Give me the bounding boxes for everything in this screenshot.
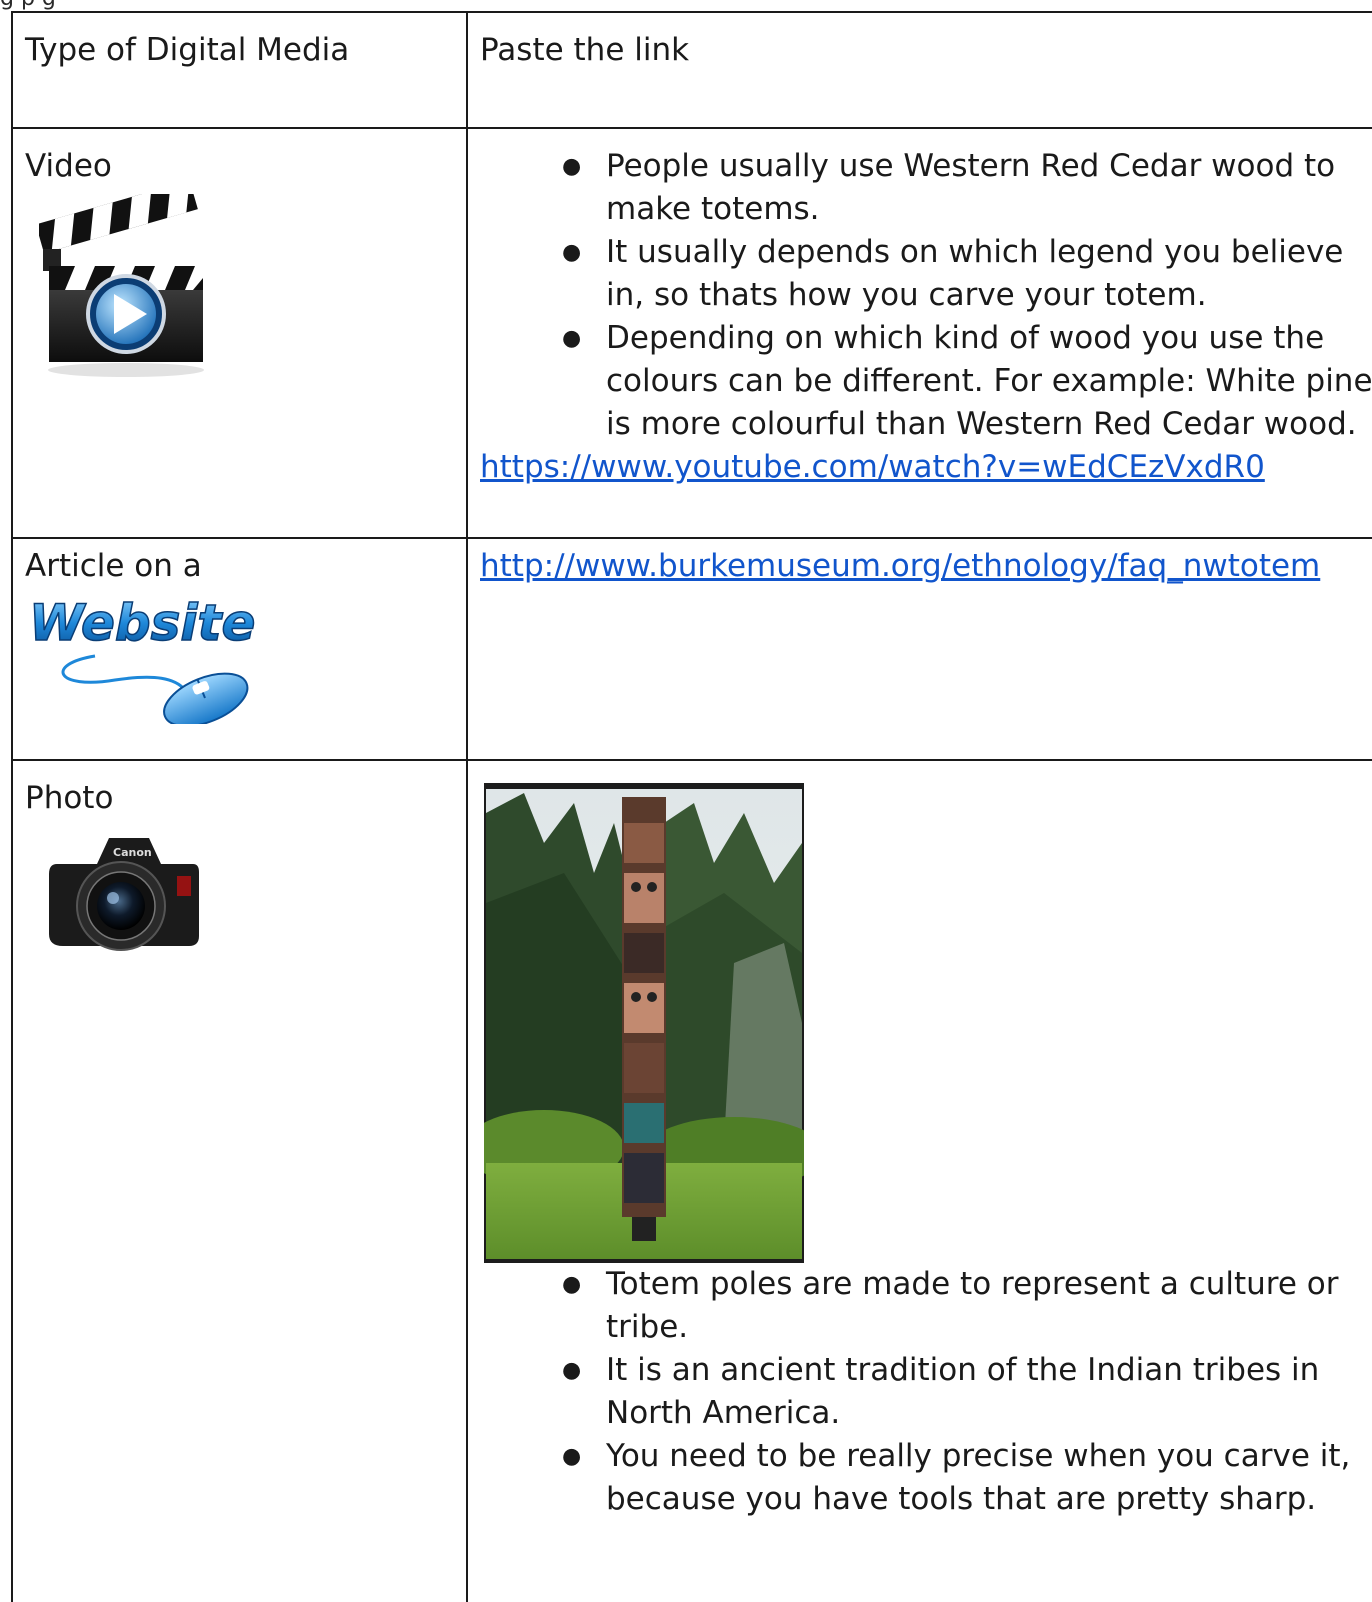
video-link-cell: People usually use Western Red Cedar woo…: [466, 127, 1372, 539]
video-link[interactable]: https://www.youtube.com/watch?v=wEdCEzVx…: [468, 446, 1372, 489]
article-link[interactable]: http://www.burkemuseum.org/ethnology/faq…: [480, 545, 1371, 588]
digital-media-table: Type of Digital Media Paste the link Vid…: [11, 11, 1372, 1602]
list-item: It usually depends on which legend you b…: [562, 231, 1372, 317]
photo-content-cell: Totem poles are made to represent a cult…: [466, 759, 1372, 1602]
article-type-cell: Article on a Website: [11, 537, 468, 761]
list-item: Depending on which kind of wood you use …: [562, 317, 1372, 446]
list-item: You need to be really precise when you c…: [562, 1435, 1372, 1521]
header-cell-link: Paste the link: [466, 11, 1372, 129]
article-link-cell: http://www.burkemuseum.org/ethnology/faq…: [466, 537, 1372, 761]
table-row-article: Article on a Website http://www.burkemus…: [11, 537, 1372, 761]
website-icon-text: Website: [29, 594, 255, 652]
table-header-row: Type of Digital Media Paste the link: [11, 11, 1372, 129]
header-type-label: Type of Digital Media: [25, 32, 350, 68]
cut-off-text-line: g p g: [0, 0, 56, 11]
table-row-video: Video ● People usually use Western Red C…: [11, 127, 1372, 539]
list-item: It is an ancient tradition of the Indian…: [562, 1349, 1372, 1435]
document-page: g p g Type of Digital Media Paste the li…: [0, 0, 1372, 1602]
list-item: Totem poles are made to represent a cult…: [562, 1263, 1372, 1349]
photo-label: Photo: [25, 780, 114, 816]
article-label: Article on a: [25, 548, 202, 584]
video-type-cell: Video: [11, 127, 468, 539]
table-row-photo: Photo Canon ● Totem poles are made to re…: [11, 759, 1372, 1602]
camera-brand-text: Canon: [113, 846, 152, 859]
header-link-label: Paste the link: [480, 32, 690, 68]
video-label: Video: [25, 148, 112, 184]
video-bullet-list: People usually use Western Red Cedar woo…: [468, 145, 1372, 446]
header-cell-type: Type of Digital Media: [11, 11, 468, 129]
website-mouse-icon: Website: [28, 594, 256, 724]
photo-type-cell: Photo Canon: [11, 759, 468, 1602]
video-clapperboard-icon: [39, 194, 204, 377]
photo-bullet-list: Totem poles are made to represent a cult…: [484, 1263, 1372, 1521]
list-item: People usually use Western Red Cedar woo…: [562, 145, 1372, 231]
totem-pole-photo: [484, 783, 804, 1263]
camera-icon: Canon: [49, 838, 199, 951]
